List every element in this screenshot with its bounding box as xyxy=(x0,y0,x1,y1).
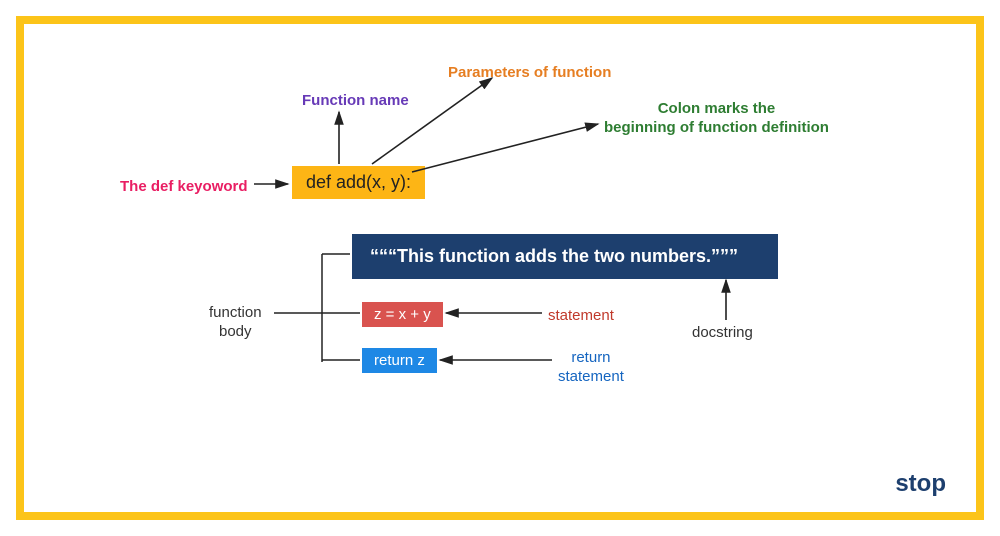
label-return-statement: return statement xyxy=(558,349,624,387)
label-statement: statement xyxy=(548,307,614,326)
label-function-body: function body xyxy=(209,304,262,342)
label-def-keyword: The def keyoword xyxy=(120,178,248,197)
code-def-line: def add(x, y): xyxy=(292,166,425,199)
code-return: return z xyxy=(362,348,437,373)
label-parameters: Parameters of function xyxy=(448,64,611,83)
logo-suffix: stop xyxy=(895,470,946,497)
label-function-name: Function name xyxy=(302,92,409,111)
logo-prefix: un xyxy=(859,470,888,497)
label-colon: Colon marks the beginning of function de… xyxy=(604,100,829,138)
code-statement: z = x + y xyxy=(362,302,443,327)
diagram-frame: The def keyoword Function name Parameter… xyxy=(16,16,984,520)
logo-unstop: un stop xyxy=(859,470,946,498)
code-docstring: “““This function adds the two numbers.””… xyxy=(352,234,778,279)
label-docstring: docstring xyxy=(692,324,753,343)
